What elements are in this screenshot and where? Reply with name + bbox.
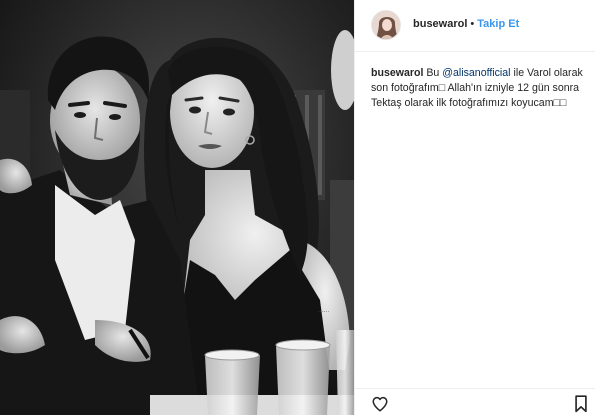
- header-username[interactable]: busewarol: [413, 18, 467, 30]
- bookmark-icon[interactable]: [574, 395, 588, 413]
- caption-text-1: Bu: [426, 67, 443, 79]
- caption-username[interactable]: busewarol: [371, 67, 423, 79]
- header-separator: •: [470, 18, 475, 30]
- post-photo[interactable]: ......: [0, 0, 354, 415]
- heart-icon[interactable]: [371, 395, 389, 413]
- post-caption: busewarol Bu @alisanofficial ile Varol o…: [371, 66, 585, 111]
- post-header: busewarol • Takip Et: [355, 0, 595, 52]
- tattoo-text: ......: [318, 307, 330, 314]
- post-actions: [355, 388, 595, 415]
- follow-button[interactable]: Takip Et: [477, 18, 519, 30]
- avatar[interactable]: [371, 10, 401, 40]
- avatar-image: [372, 11, 400, 39]
- couple-photo: ......: [0, 0, 354, 415]
- instagram-post: ...... busewarol • Takip Et busewarol Bu…: [0, 0, 595, 415]
- header-text: busewarol • Takip Et: [413, 18, 519, 30]
- caption-mention[interactable]: @alisanofficial: [442, 67, 510, 79]
- post-side-panel: busewarol • Takip Et busewarol Bu @alisano…: [354, 0, 595, 415]
